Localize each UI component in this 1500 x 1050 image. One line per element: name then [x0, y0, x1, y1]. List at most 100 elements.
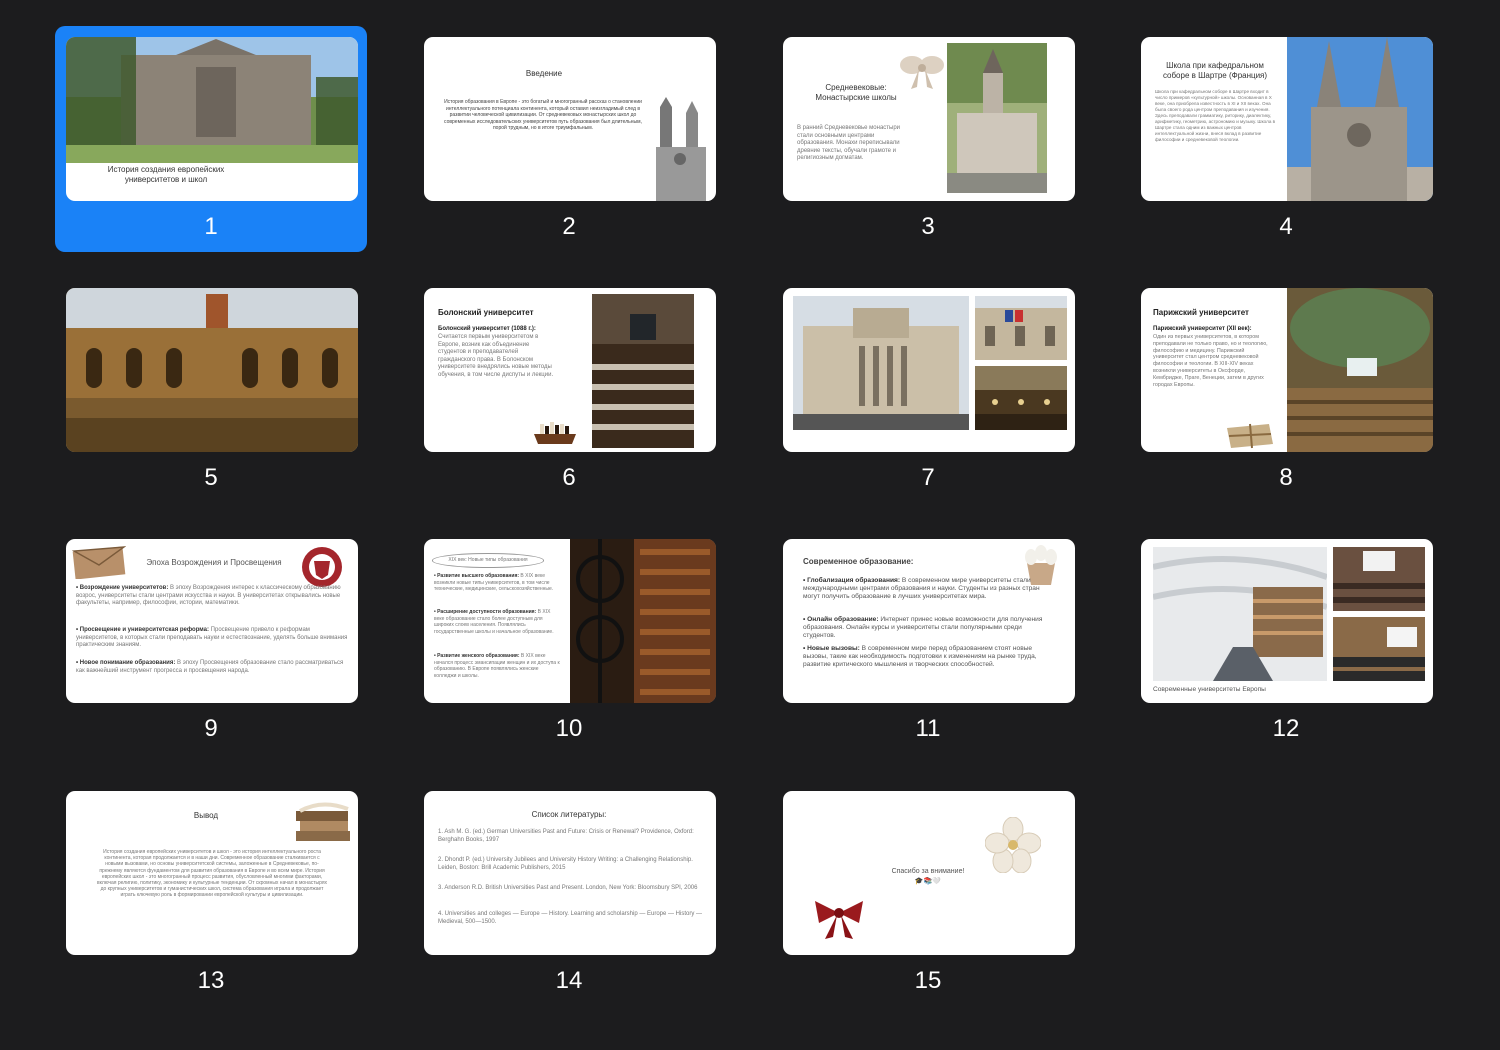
lecture-photo-top	[1333, 547, 1425, 611]
slide-9-title: Эпоха Возрождения и Просвещения	[146, 558, 282, 567]
slide-14-title: Список литературы:	[531, 810, 607, 819]
slide-4-preview: Школа при кафедральном соборе в Шартре (…	[1141, 37, 1433, 201]
slide-number-15: 15	[914, 967, 942, 994]
slide-thumbnail-1[interactable]: История создания европейских университет…	[55, 26, 367, 252]
slide-12-caption: Современные университеты Европы	[1153, 686, 1266, 693]
lecture-photo-bottom	[1333, 617, 1425, 681]
slide-6-body: Считается первым университетом в Европе,…	[438, 334, 554, 378]
slide-number-1: 1	[204, 213, 218, 240]
slide-thumbnail-5[interactable]: 5	[55, 277, 367, 503]
slide-13-body: История создания европейских университет…	[96, 849, 328, 899]
library-spiral-stairs-photo	[570, 539, 716, 703]
slide-10-item-1: • Развитие высшего образования: В XIX ве…	[434, 573, 562, 593]
slide-thumbnail-10[interactable]: XIX век: Новые типы образования • Развит…	[413, 528, 725, 754]
slide-thumbnail-12[interactable]: Современные университеты Европы 12	[1130, 528, 1442, 754]
slide-1-title: История создания европейских университет…	[107, 165, 225, 184]
slide-8-body-lead: Парижский университет (XII век):	[1153, 326, 1252, 332]
slide-10-title: XIX век: Новые типы образования	[432, 553, 544, 568]
slide-15-preview: Спасибо за внимание! 🎓📚🤍	[783, 791, 1075, 955]
slide-thumbnail-8[interactable]: Парижский университет Парижский универси…	[1130, 277, 1442, 503]
books-stack-icon	[292, 801, 354, 845]
slide-1-preview: История создания европейских университет…	[66, 37, 358, 201]
slide-2-body: История образования в Европе - это богат…	[444, 99, 642, 131]
slide-number-14: 14	[555, 967, 583, 994]
chartres-cathedral-photo	[1287, 37, 1433, 201]
slide-9-item-2-lead: • Просвещение и университетская реформа:	[76, 627, 209, 633]
slide-2-preview: Введение История образования в Европе - …	[424, 37, 716, 201]
slide-8-preview: Парижский университет Парижский универси…	[1141, 288, 1433, 452]
slide-8-body: Один из первых университетов, в котором …	[1153, 334, 1268, 388]
slide-number-4: 4	[1279, 213, 1293, 240]
slide-15-title: Спасибо за внимание!	[891, 868, 965, 875]
slide-11-item-3-lead: • Новые вызовы:	[803, 645, 860, 652]
slide-7-preview	[783, 288, 1075, 452]
slide-10-item-3-lead: • Развитие женского образования:	[434, 653, 520, 659]
slide-11-item-2-lead: • Онлайн образование:	[803, 616, 879, 623]
reading-room-photo	[975, 366, 1067, 430]
building-flags-photo	[975, 296, 1067, 360]
slide-4-title: Школа при кафедральном соборе в Шартре (…	[1162, 61, 1268, 80]
slide-thumbnail-14[interactable]: Список литературы: 1. Ash M. G. (ed.) Ge…	[413, 780, 725, 1006]
slide-thumbnail-11[interactable]: Современное образование: • Глобализация …	[772, 528, 1084, 754]
slide-9-preview: Эпоха Возрождения и Просвещения • Возрож…	[66, 539, 358, 703]
slide-11-item-1-lead: • Глобализация образования:	[803, 577, 901, 584]
slide-9-item-1-lead: • Возрождение университетов:	[76, 585, 169, 591]
slide-thumbnail-9[interactable]: Эпоха Возрождения и Просвещения • Возрож…	[55, 528, 367, 754]
slide-thumbnail-3[interactable]: Средневековые: Монастырские школы В ранн…	[772, 26, 1084, 252]
slide-thumbnail-4[interactable]: Школа при кафедральном соборе в Шартре (…	[1130, 26, 1442, 252]
slide-number-2: 2	[562, 213, 576, 240]
slide-number-12: 12	[1272, 715, 1300, 742]
slide-thumbnail-2[interactable]: Введение История образования в Европе - …	[413, 26, 725, 252]
slide-5-preview	[66, 288, 358, 452]
slide-number-5: 5	[204, 464, 218, 491]
slide-14-ref-3: 3. Anderson R.D. British Universities Pa…	[438, 885, 698, 891]
slide-10-item-3: • Развитие женского образования: В XIX в…	[434, 653, 562, 679]
slide-14-ref-2: 2. Dhondt P. (ed.) University Jubilees a…	[438, 857, 693, 871]
slide-10-item-2: • Расширение доступности образования: В …	[434, 609, 562, 635]
slide-number-10: 10	[555, 715, 583, 742]
slide-14-ref-1: 1. Ash M. G. (ed.) German Universities P…	[438, 829, 694, 843]
slide-13-preview: Вывод История создания европейских униве…	[66, 791, 358, 955]
slide-6-title: Болонский университет	[438, 308, 534, 317]
slide-15-emoji: 🎓📚🤍	[914, 878, 942, 885]
slide-11-item-2: • Онлайн образование: Интернет принес но…	[803, 616, 1055, 640]
harvard-seal-icon	[300, 545, 344, 589]
slide-2-title: Введение	[525, 69, 563, 78]
slide-number-8: 8	[1279, 464, 1293, 491]
slide-9-item-1: • Возрождение университетов: В эпоху Воз…	[76, 585, 348, 608]
slide-9-item-3: • Новое понимание образования: В эпоху П…	[76, 660, 348, 675]
slide-10-preview: XIX век: Новые типы образования • Развит…	[424, 539, 716, 703]
slide-thumbnail-6[interactable]: Болонский университет Болонский универси…	[413, 277, 725, 503]
slide-thumbnail-13[interactable]: Вывод История создания европейских униве…	[55, 780, 367, 1006]
slide-10-item-2-lead: • Расширение доступности образования:	[434, 609, 537, 615]
slide-number-9: 9	[204, 715, 218, 742]
slide-6-body-lead: Болонский университет (1088 г.):	[438, 326, 536, 332]
monastery-photo	[947, 43, 1047, 193]
slide-thumbnail-15[interactable]: Спасибо за внимание! 🎓📚🤍 15	[772, 780, 1084, 1006]
slide-number-7: 7	[921, 464, 935, 491]
slide-10-item-1-lead: • Развитие высшего образования:	[434, 573, 520, 579]
slide-14-ref-4: 4. Universities and colleges — Europe — …	[438, 911, 703, 925]
slide-3-preview: Средневековые: Монастырские школы В ранн…	[783, 37, 1075, 201]
cathedral-photo	[646, 97, 712, 201]
slide-number-3: 3	[921, 213, 935, 240]
university-building-photo	[66, 37, 358, 163]
chessboard-icon	[532, 416, 578, 446]
slide-11-item-3: • Новые вызовы: В современном мире перед…	[803, 645, 1055, 669]
slide-8-title: Парижский университет	[1153, 308, 1249, 317]
slide-number-11: 11	[915, 715, 941, 742]
paris-auditorium-photo	[1287, 288, 1433, 452]
slide-11-preview: Современное образование: • Глобализация …	[783, 539, 1075, 703]
slide-13-title: Вывод	[193, 811, 219, 820]
modern-library-photo	[1153, 547, 1327, 681]
slide-thumbnail-7[interactable]: 7	[772, 277, 1084, 503]
slide-number-6: 6	[562, 464, 576, 491]
sorbonne-facade-photo	[793, 296, 969, 430]
slide-9-item-3-lead: • Новое понимание образования:	[76, 660, 176, 666]
slide-sorter-grid: История создания европейских университет…	[0, 0, 1500, 1050]
slide-11-item-1: • Глобализация образования: В современно…	[803, 577, 1055, 601]
courtyard-photo	[66, 288, 358, 452]
white-flower-icon	[985, 817, 1041, 873]
slide-3-title: Средневековые: Монастырские школы	[815, 83, 897, 102]
slide-11-title: Современное образование:	[803, 557, 914, 566]
